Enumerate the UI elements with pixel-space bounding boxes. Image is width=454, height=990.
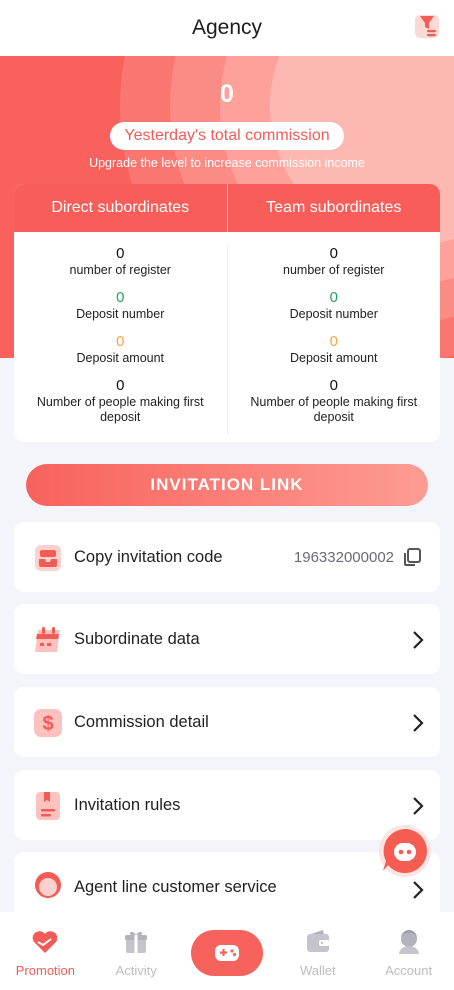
- direct-deposit-number-value: 0: [116, 289, 125, 306]
- team-subordinates-tab[interactable]: Team subordinates: [226, 184, 441, 232]
- team-register-value: 0: [329, 245, 338, 262]
- gift-icon: [125, 931, 148, 953]
- direct-register-label: number of register: [69, 263, 171, 277]
- team-deposit-number-value: 0: [329, 289, 338, 306]
- bottom-navigation: Promotion Activity Wallet Account: [0, 912, 454, 990]
- team-deposit-amount-label: Deposit amount: [289, 351, 378, 365]
- calendar-icon: [35, 627, 60, 652]
- direct-subordinates-tab[interactable]: Direct subordinates: [14, 184, 227, 232]
- direct-stats-column: 0 number of register 0 Deposit number 0 …: [14, 244, 227, 435]
- nav-activity[interactable]: Activity: [91, 912, 182, 990]
- subordinates-stats-card: Direct subordinates Team subordinates 0 …: [14, 184, 440, 442]
- team-first-deposit-value: 0: [329, 377, 338, 394]
- chevron-right-icon: [413, 631, 424, 649]
- invitation-link-button[interactable]: INVITATION LINK: [26, 464, 428, 506]
- customer-service-label: Agent line customer service: [74, 878, 277, 896]
- direct-first-deposit-value: 0: [116, 377, 125, 394]
- chevron-right-icon: [413, 797, 424, 815]
- invitation-code-value: 196332000002: [293, 548, 394, 566]
- rules-book-icon: [36, 792, 60, 820]
- invitation-rules-label: Invitation rules: [74, 795, 181, 814]
- wallet-icon: [306, 930, 329, 952]
- subordinate-data-row[interactable]: Subordinate data: [14, 604, 440, 674]
- chat-support-icon[interactable]: [377, 823, 433, 879]
- team-register-label: number of register: [283, 263, 385, 277]
- chevron-right-icon: [413, 881, 424, 899]
- copy-icon[interactable]: [402, 547, 422, 567]
- agent-avatar-icon: [35, 872, 61, 898]
- team-deposit-number-label: Deposit number: [289, 307, 378, 321]
- nav-wallet-label: Wallet: [299, 963, 336, 978]
- total-commission-label: Yesterday's total commission: [110, 122, 344, 150]
- svg-text:$: $: [42, 713, 53, 735]
- commission-detail-row[interactable]: $ Commission detail: [14, 687, 440, 757]
- direct-deposit-amount-label: Deposit amount: [76, 351, 165, 365]
- top-header: Agency: [0, 0, 454, 56]
- chevron-right-icon: [413, 714, 424, 732]
- direct-deposit-amount-value: 0: [116, 333, 125, 350]
- stats-header: Direct subordinates Team subordinates: [14, 184, 440, 232]
- copy-invitation-code-row[interactable]: Copy invitation code 196332000002: [14, 522, 440, 592]
- page-title: Agency: [191, 16, 263, 39]
- account-avatar-icon: [398, 930, 419, 954]
- nav-promotion[interactable]: Promotion: [0, 912, 91, 990]
- team-deposit-amount-value: 0: [329, 333, 338, 350]
- direct-deposit-number-label: Deposit number: [76, 307, 165, 321]
- total-commission-value: 0: [220, 80, 234, 108]
- dollar-icon: $: [34, 709, 62, 737]
- game-center-button[interactable]: [190, 930, 263, 976]
- upgrade-hint: Upgrade the level to increase commission…: [89, 156, 365, 170]
- nav-promotion-label: Promotion: [15, 963, 76, 978]
- commission-detail-label: Commission detail: [74, 712, 209, 731]
- nav-account[interactable]: Account: [363, 912, 454, 990]
- team-first-deposit-label: Number of people making first deposit: [250, 395, 418, 424]
- nav-account-label: Account: [385, 963, 433, 978]
- nav-game[interactable]: [182, 912, 273, 990]
- copy-invitation-code-label: Copy invitation code: [74, 547, 223, 566]
- filter-icon[interactable]: [414, 12, 440, 40]
- team-stats-column: 0 number of register 0 Deposit number 0 …: [226, 244, 441, 435]
- direct-register-value: 0: [116, 245, 125, 262]
- subordinate-data-label: Subordinate data: [74, 629, 200, 648]
- direct-first-deposit-label: Number of people making first deposit: [36, 395, 204, 424]
- gamepad-icon: [214, 945, 239, 961]
- nav-activity-label: Activity: [115, 963, 157, 978]
- nav-wallet[interactable]: Wallet: [272, 912, 363, 990]
- invitation-box-icon: [35, 545, 61, 571]
- promotion-heart-icon: [33, 931, 58, 953]
